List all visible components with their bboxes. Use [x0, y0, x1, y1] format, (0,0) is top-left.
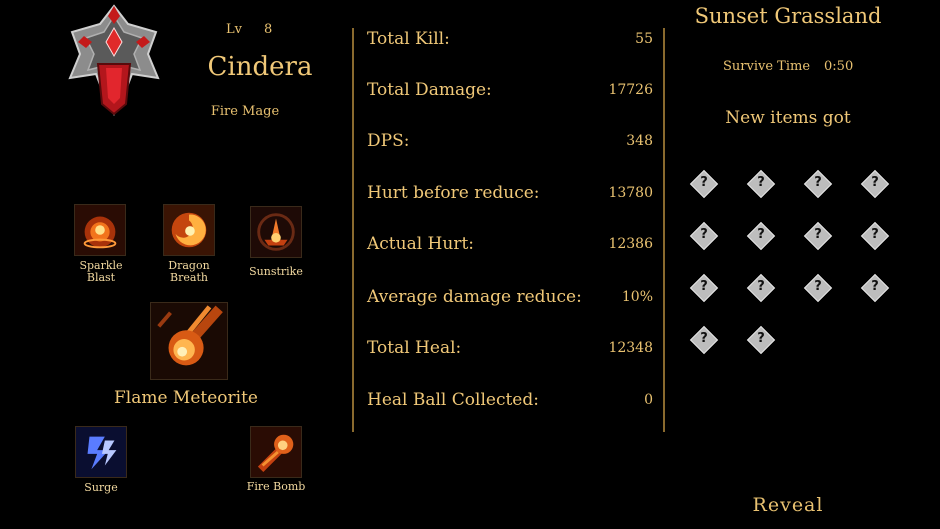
unknown-item-icon[interactable]: ? [803, 169, 833, 199]
unknown-item-icon[interactable]: ? [689, 169, 719, 199]
hero-level: Lv 8 [226, 22, 272, 37]
skill-dragon-breath-label: Dragon Breath [168, 259, 210, 284]
map-title: Sunset Grassland [694, 4, 882, 28]
question-mark-icon: ? [700, 331, 708, 346]
stat-value: 0 [644, 392, 653, 408]
unknown-item-icon[interactable]: ? [860, 221, 890, 251]
skill-surge-icon[interactable] [75, 426, 127, 478]
stat-value: 17726 [608, 82, 653, 98]
unknown-item-icon[interactable]: ? [746, 221, 776, 251]
stat-label: Total Damage: [367, 80, 492, 100]
stat-label: DPS: [367, 131, 410, 151]
skill-flame-meteorite-icon[interactable] [150, 302, 228, 380]
question-mark-icon: ? [757, 227, 765, 242]
stat-value: 13780 [608, 185, 653, 201]
stat-row: Total Kill: 55 [367, 29, 653, 51]
stat-label: Hurt before reduce: [367, 183, 540, 203]
question-mark-icon: ? [814, 227, 822, 242]
question-mark-icon: ? [700, 175, 708, 190]
stat-label: Actual Hurt: [367, 234, 475, 254]
stat-row: DPS: 348 [367, 131, 653, 153]
stat-value: 12386 [608, 236, 653, 252]
left-divider [352, 28, 354, 432]
unknown-item-icon[interactable]: ? [803, 273, 833, 303]
skill-sunstrike-label: Sunstrike [249, 265, 303, 278]
stat-label: Average damage reduce: [367, 287, 582, 307]
unknown-item-icon[interactable]: ? [746, 169, 776, 199]
stat-value: 10% [621, 289, 653, 305]
stat-value: 12348 [608, 340, 653, 356]
survive-time-value: 0:50 [824, 59, 854, 74]
survive-time-label: Survive Time [723, 59, 811, 74]
unknown-item-icon[interactable]: ? [860, 273, 890, 303]
unknown-item-icon[interactable]: ? [860, 169, 890, 199]
unknown-item-icon[interactable]: ? [689, 325, 719, 355]
hero-name: Cindera [207, 52, 313, 82]
stat-row: Average damage reduce: 10% [367, 287, 653, 309]
hero-crest-icon [62, 2, 166, 118]
skill-sunstrike-icon[interactable] [250, 206, 302, 258]
unknown-item-icon[interactable]: ? [746, 273, 776, 303]
stat-row: Actual Hurt: 12386 [367, 234, 653, 256]
unknown-item-icon[interactable]: ? [689, 221, 719, 251]
unknown-item-icon[interactable]: ? [746, 325, 776, 355]
question-mark-icon: ? [871, 175, 879, 190]
new-items-heading: New items got [725, 108, 851, 128]
question-mark-icon: ? [871, 279, 879, 294]
stat-label: Total Heal: [367, 338, 462, 358]
skill-fire-bomb-label: Fire Bomb [246, 480, 306, 493]
stat-row: Total Heal: 12348 [367, 338, 653, 360]
question-mark-icon: ? [871, 227, 879, 242]
unknown-item-icon[interactable]: ? [689, 273, 719, 303]
skill-sparkle-blast-icon[interactable] [74, 204, 126, 256]
stat-value: 55 [635, 31, 653, 47]
stat-row: Total Damage: 17726 [367, 80, 653, 102]
reveal-button[interactable]: Reveal [740, 494, 836, 516]
skill-dragon-breath-icon[interactable] [163, 204, 215, 256]
question-mark-icon: ? [814, 279, 822, 294]
skill-surge-label: Surge [84, 481, 118, 494]
level-value: 8 [263, 22, 273, 37]
question-mark-icon: ? [757, 331, 765, 346]
question-mark-icon: ? [814, 175, 822, 190]
stat-label: Total Kill: [367, 29, 450, 49]
right-divider [663, 28, 665, 432]
unknown-item-icon[interactable]: ? [803, 221, 833, 251]
stat-row: Heal Ball Collected: 0 [367, 390, 653, 412]
question-mark-icon: ? [757, 175, 765, 190]
skill-sparkle-blast-label: Sparkle Blast [79, 259, 123, 284]
survive-time: Survive Time 0:50 [723, 59, 853, 74]
question-mark-icon: ? [700, 279, 708, 294]
question-mark-icon: ? [757, 279, 765, 294]
stat-value: 348 [626, 133, 653, 149]
level-label: Lv [226, 22, 242, 37]
stat-label: Heal Ball Collected: [367, 390, 539, 410]
question-mark-icon: ? [700, 227, 708, 242]
skill-fire-bomb-icon[interactable] [250, 426, 302, 478]
stat-row: Hurt before reduce: 13780 [367, 183, 653, 205]
hero-class: Fire Mage [210, 104, 280, 119]
skill-flame-meteorite-label: Flame Meteorite [113, 388, 258, 408]
